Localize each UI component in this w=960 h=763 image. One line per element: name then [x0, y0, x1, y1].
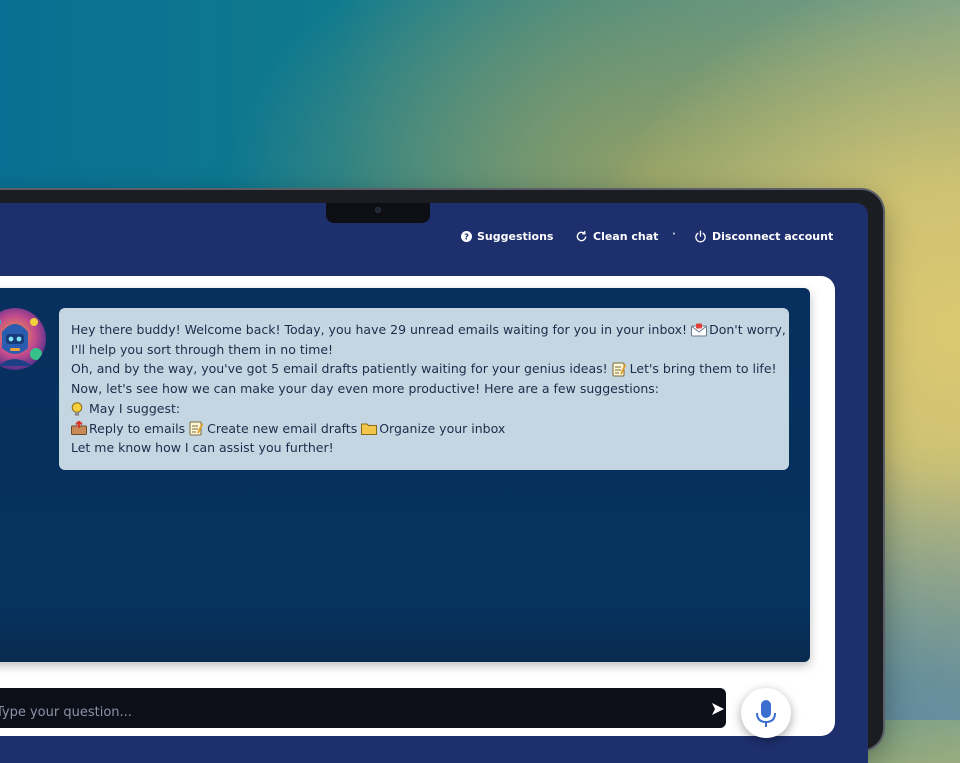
- assistant-message: Hey there buddy! Welcome back! Today, yo…: [59, 308, 789, 470]
- camera-icon: [375, 207, 381, 213]
- outbox-icon: [71, 420, 87, 436]
- suggestions-label: Suggestions: [477, 229, 554, 243]
- message-closing: Let me know how I can assist you further…: [71, 440, 334, 456]
- microphone-button[interactable]: [741, 688, 791, 738]
- message-line-4: Now, let's see how we can make your day …: [71, 381, 659, 397]
- svg-text:?: ?: [464, 231, 469, 241]
- memo-icon: [612, 362, 627, 377]
- clean-chat-label: Clean chat: [593, 229, 659, 243]
- suggestion-organize-inbox[interactable]: Organize your inbox: [379, 419, 505, 439]
- suggestions-button[interactable]: ? Suggestions: [461, 228, 553, 244]
- envelope-icon: [691, 323, 708, 337]
- clean-chat-button[interactable]: Clean chat: [575, 228, 658, 244]
- message-line-3: Oh, and by the way, you've got 5 email d…: [71, 361, 777, 377]
- question-circle-icon: ?: [461, 230, 472, 242]
- suggestion-reply-emails[interactable]: Reply to emails: [89, 419, 185, 439]
- lightbulb-icon: [71, 401, 85, 416]
- disconnect-account-button[interactable]: Disconnect account: [694, 228, 833, 244]
- message-line-1: Hey there buddy! Welcome back! Today, yo…: [71, 322, 786, 337]
- memo-icon: [189, 421, 204, 436]
- send-arrow-icon: [712, 703, 724, 715]
- message-line-5: May I suggest:: [71, 399, 777, 419]
- refresh-icon: [575, 230, 588, 243]
- microphone-icon: [756, 700, 776, 727]
- suggestion-list: Reply to emails Create new email drafts …: [71, 419, 777, 439]
- send-button[interactable]: [709, 700, 727, 718]
- disconnect-account-label: Disconnect account: [712, 229, 834, 243]
- nav-separator: ·: [672, 229, 676, 240]
- folder-icon: [361, 421, 378, 436]
- suggestion-create-drafts[interactable]: Create new email drafts: [207, 419, 357, 439]
- camera-notch: [326, 203, 430, 223]
- message-line-2: I'll help you sort through them in no ti…: [71, 341, 334, 357]
- question-input[interactable]: [0, 700, 700, 724]
- header-nav: ? Suggestions Clean chat · Disconnect ac…: [0, 228, 960, 246]
- power-icon: [694, 229, 707, 243]
